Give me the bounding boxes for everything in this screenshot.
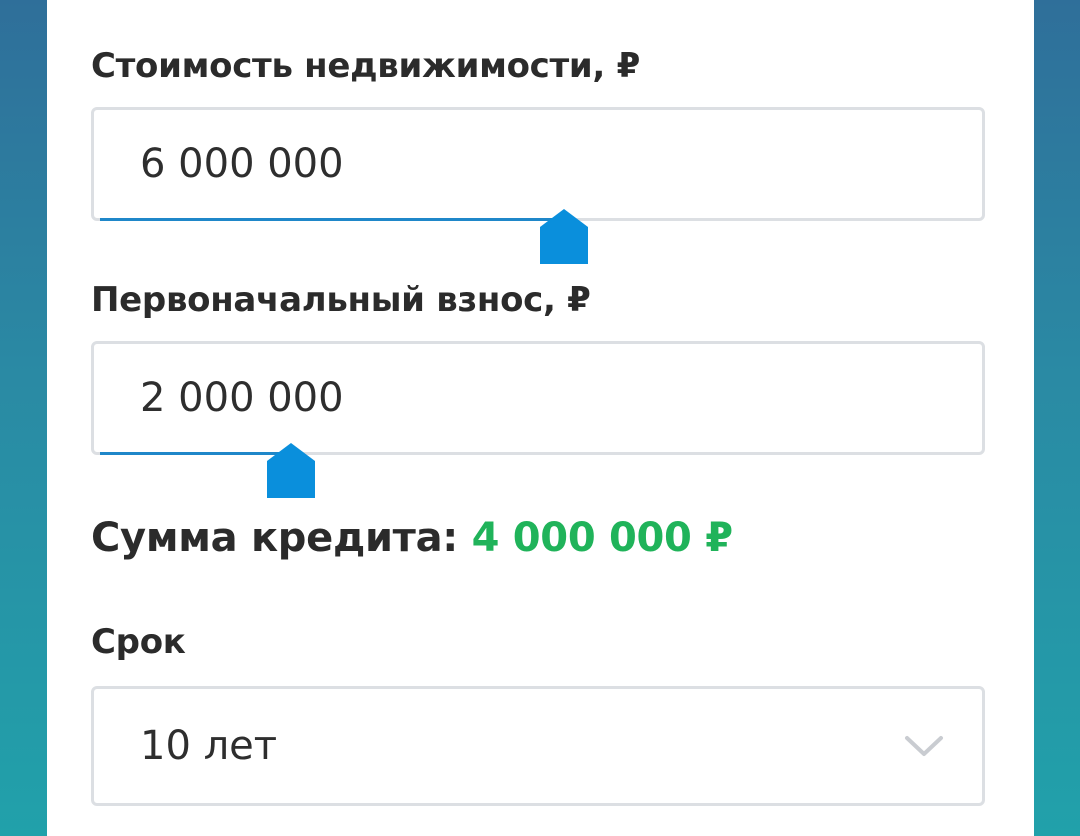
property-cost-slider-track[interactable] [100,218,567,221]
calculator-card: Стоимость недвижимости, ₽ Первоначальный… [47,0,1034,836]
down-payment-label: Первоначальный взнос, ₽ [91,280,591,320]
down-payment-input[interactable] [140,375,740,421]
slider-thumb-icon [267,443,315,498]
chevron-down-icon [905,736,943,756]
loan-amount-label: Сумма кредита: [91,515,458,561]
slider-thumb-icon [540,209,588,264]
down-payment-slider-track[interactable] [100,452,294,455]
down-payment-slider-thumb[interactable] [266,442,316,498]
property-cost-slider-thumb[interactable] [539,208,589,264]
loan-amount-value: 4 000 000 ₽ [471,515,733,561]
term-select[interactable]: 10 лет [91,686,985,806]
property-cost-label: Стоимость недвижимости, ₽ [91,46,640,86]
down-payment-field[interactable] [91,341,985,455]
property-cost-input[interactable] [140,141,740,187]
term-selected-value: 10 лет [140,723,278,769]
loan-summary: Сумма кредита: 4 000 000 ₽ [91,515,733,561]
property-cost-field[interactable] [91,107,985,221]
term-label: Срок [91,622,186,662]
